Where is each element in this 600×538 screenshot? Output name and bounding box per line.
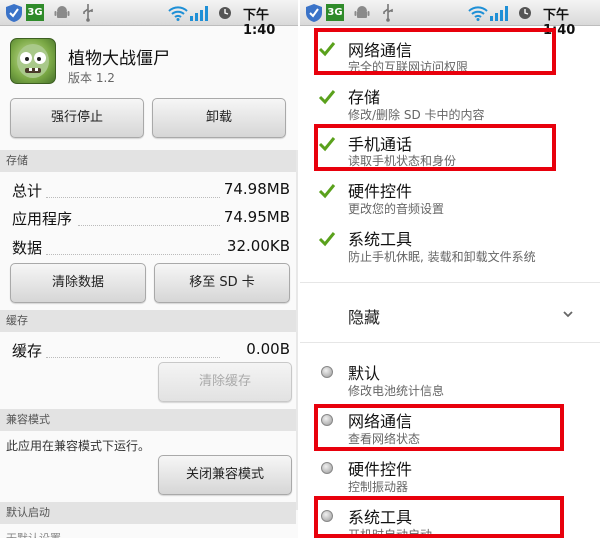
dotted-leader xyxy=(46,357,220,358)
storage-total-label: 总计 xyxy=(12,182,43,200)
default-launch-text: 无默认设置 xyxy=(6,530,61,538)
zombie-face-icon xyxy=(17,44,49,78)
signal-icon xyxy=(490,6,508,21)
permission-desc: 控制振动器 xyxy=(348,480,409,494)
cache-section-header: 缓存 xyxy=(0,310,296,332)
permission-title: 存储 xyxy=(348,88,381,107)
storage-app-label: 应用程序 xyxy=(12,210,73,228)
storage-data-row: 数据 32.00KB xyxy=(12,237,290,261)
usb-icon xyxy=(383,4,393,22)
app-version: 版本 1.2 xyxy=(68,71,115,85)
clear-cache-button[interactable]: 清除缓存 xyxy=(158,362,292,402)
divider xyxy=(300,342,600,343)
hidden-label: 隐藏 xyxy=(348,308,381,327)
permission-title: 硬件控件 xyxy=(348,460,413,479)
compat-section-header: 兼容模式 xyxy=(0,409,296,431)
checkmark-icon xyxy=(318,184,336,199)
highlight-box xyxy=(314,28,556,75)
permission-desc: 修改/删除 SD 卡中的内容 xyxy=(348,108,485,122)
cache-row: 缓存 0.00B xyxy=(12,340,290,364)
android-icon xyxy=(354,6,370,18)
wifi-icon xyxy=(468,6,488,21)
permission-desc: 防止手机休眠, 装载和卸载文件系统 xyxy=(348,250,536,264)
disable-compat-button[interactable]: 关闭兼容模式 xyxy=(158,455,292,495)
storage-total-value: 74.98MB xyxy=(223,180,290,198)
app-icon xyxy=(10,38,56,84)
permission-title: 系统工具 xyxy=(348,230,413,249)
usb-icon xyxy=(83,4,93,22)
storage-app-row: 应用程序 74.95MB xyxy=(12,208,290,232)
storage-section-header: 存储 xyxy=(0,150,296,172)
app-info-panel: 3G 下午1:40 植物大战僵尸 版本 1.2 强行停止 卸载 存储 总计 74… xyxy=(0,0,300,538)
chevron-down-icon xyxy=(563,311,573,318)
status-bar: 3G 下午1:40 xyxy=(300,0,600,38)
storage-total-row: 总计 74.98MB xyxy=(12,180,290,204)
highlight-box xyxy=(314,124,556,171)
checkmark-icon xyxy=(318,90,336,105)
clock-icon xyxy=(519,7,531,19)
divider xyxy=(300,282,600,283)
clock-icon xyxy=(219,7,231,19)
dotted-leader xyxy=(46,254,220,255)
checkmark-icon xyxy=(318,232,336,247)
wifi-icon xyxy=(168,6,188,21)
permission-title: 硬件控件 xyxy=(348,182,413,201)
app-name: 植物大战僵尸 xyxy=(68,49,170,69)
status-time: 下午1:40 xyxy=(243,8,276,38)
permission-desc: 修改电池统计信息 xyxy=(348,384,445,398)
permission-desc: 更改您的音频设置 xyxy=(348,202,445,216)
android-icon xyxy=(54,6,70,18)
hidden-permissions-toggle[interactable]: 隐藏 xyxy=(300,292,600,338)
dotted-leader xyxy=(46,197,220,198)
3g-icon: 3G xyxy=(26,4,44,21)
status-bar: 3G 下午1:40 xyxy=(0,0,300,38)
shield-check-icon xyxy=(6,4,22,22)
uninstall-button[interactable]: 卸载 xyxy=(152,98,286,138)
highlight-box xyxy=(314,404,564,451)
storage-data-value: 32.00KB xyxy=(226,237,290,255)
bullet-dot-icon xyxy=(321,366,333,378)
bullet-dot-icon xyxy=(321,462,333,474)
highlight-box xyxy=(314,496,564,538)
storage-app-value: 74.95MB xyxy=(223,208,290,226)
compat-description: 此应用在兼容模式下运行。 xyxy=(6,439,151,453)
storage-data-label: 数据 xyxy=(12,239,43,257)
clear-data-button[interactable]: 清除数据 xyxy=(10,263,146,303)
shield-check-icon xyxy=(306,4,322,22)
3g-icon: 3G xyxy=(326,4,344,21)
move-to-sd-button[interactable]: 移至 SD 卡 xyxy=(154,263,290,303)
signal-icon xyxy=(190,6,208,21)
default-launch-section-header: 默认启动 xyxy=(0,502,296,524)
cache-label: 缓存 xyxy=(12,342,43,360)
permissions-panel: 3G 下午1:40 网络通信 完全的互联网访问权限 存储 修改/删除 SD 卡中… xyxy=(300,0,600,538)
permission-title: 默认 xyxy=(348,364,381,383)
cache-value: 0.00B xyxy=(246,340,290,358)
dotted-leader xyxy=(78,225,220,226)
force-stop-button[interactable]: 强行停止 xyxy=(10,98,144,138)
